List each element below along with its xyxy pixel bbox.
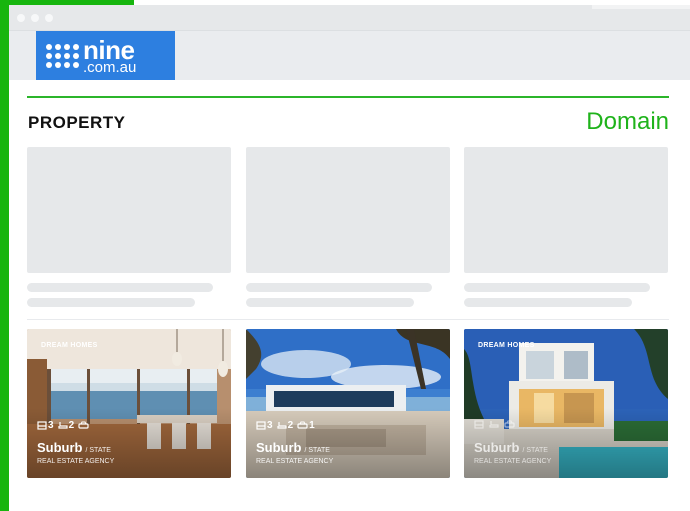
listing-agency: REAL ESTATE AGENCY <box>256 458 334 465</box>
listing-features <box>474 420 516 429</box>
beds-feature <box>474 420 485 429</box>
section-title: PROPERTY <box>28 113 126 132</box>
listing-suburb: Suburb <box>474 440 520 455</box>
listing-state: / STATE <box>85 447 111 454</box>
listing-suburb: Suburb <box>37 440 83 455</box>
beds-feature: 3 <box>37 420 54 431</box>
listing-agency: REAL ESTATE AGENCY <box>37 458 115 465</box>
listing-state: / STATE <box>522 447 548 454</box>
listing-cards: DREAM HOMES 3 2 Suburb / STATE REAL ESTA… <box>27 329 669 479</box>
car-icon <box>78 421 89 429</box>
skeleton-image <box>246 147 450 273</box>
beds-count: 3 <box>267 420 273 431</box>
skeleton-line <box>27 283 213 292</box>
nine-dots-icon <box>46 43 79 68</box>
skeleton-line <box>464 298 632 307</box>
skeleton-line <box>246 283 432 292</box>
baths-feature: 2 <box>57 420 75 431</box>
cars-feature <box>78 421 90 430</box>
property-section: PROPERTY Domain DREAM HOMES 3 2 Suburb /… <box>27 96 669 478</box>
car-icon <box>504 420 515 428</box>
green-accent-bar <box>0 0 9 511</box>
skeleton-line <box>246 298 414 307</box>
bath-icon <box>489 421 499 428</box>
baths-feature: 2 <box>276 420 294 431</box>
beds-count: 3 <box>48 420 54 431</box>
logo-domain-text: .com.au <box>83 58 137 76</box>
listing-features: 3 2 <box>37 420 90 431</box>
skeleton-line <box>27 298 195 307</box>
listing-location: Suburb / STATE <box>256 440 330 455</box>
site-header: nine .com.au <box>9 31 690 80</box>
listing-location: Suburb / STATE <box>474 440 548 455</box>
bed-icon <box>256 421 266 430</box>
listing-badge: DREAM HOMES <box>41 342 98 349</box>
listing-features: 3 2 1 <box>256 420 315 431</box>
nine-logo[interactable]: nine .com.au <box>36 31 175 80</box>
maximize-dot-icon[interactable] <box>45 14 53 22</box>
skeleton-card <box>27 147 231 307</box>
minimize-dot-icon[interactable] <box>31 14 39 22</box>
skeleton-card <box>246 147 450 307</box>
baths-count: 2 <box>68 420 75 431</box>
car-icon <box>297 421 308 429</box>
bed-icon <box>37 421 47 430</box>
skeleton-image <box>464 147 668 273</box>
baths-feature <box>489 420 500 429</box>
close-dot-icon[interactable] <box>17 14 25 22</box>
skeleton-row <box>27 143 669 318</box>
beds-feature: 3 <box>256 420 273 431</box>
listing-state: / STATE <box>304 447 330 454</box>
section-header: PROPERTY Domain <box>27 98 669 143</box>
domain-logo[interactable]: Domain <box>586 108 669 136</box>
cars-count: 1 <box>309 420 315 431</box>
baths-count: 2 <box>287 420 294 431</box>
row-separator <box>27 319 669 320</box>
window-controls <box>17 14 53 22</box>
page: nine .com.au PROPERTY Domain DREAM HOMES… <box>0 0 690 511</box>
bed-icon <box>474 420 484 429</box>
bath-icon <box>57 422 68 429</box>
listing-badge: DREAM HOMES <box>478 342 535 349</box>
cars-feature: 1 <box>297 420 315 431</box>
browser-tab[interactable] <box>592 5 690 9</box>
bath-icon <box>276 422 287 429</box>
listing-card[interactable]: DREAM HOMES 3 2 Suburb / STATE REAL ESTA… <box>27 329 231 478</box>
skeleton-card <box>464 147 668 307</box>
listing-agency: REAL ESTATE AGENCY <box>474 458 552 465</box>
listing-card[interactable]: 3 2 1 Suburb / STATE REAL ESTATE AGENCY <box>246 329 450 478</box>
listing-card[interactable]: DREAM HOMES Suburb / STATE REAL ESTATE A… <box>464 329 668 478</box>
cars-feature <box>504 420 516 429</box>
listing-location: Suburb / STATE <box>37 440 111 455</box>
skeleton-line <box>464 283 650 292</box>
skeleton-image <box>27 147 231 273</box>
browser-chrome <box>9 5 690 31</box>
listing-suburb: Suburb <box>256 440 302 455</box>
